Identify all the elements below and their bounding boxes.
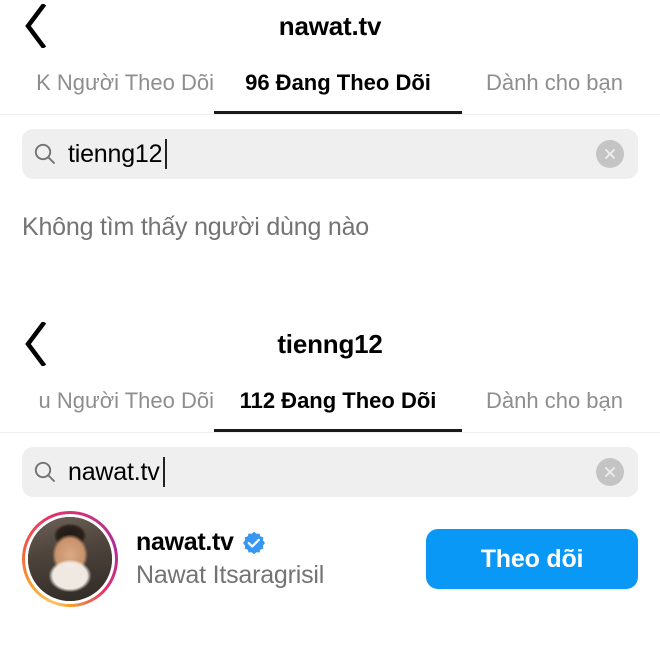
avatar-story-ring[interactable] xyxy=(22,511,118,607)
text-caret-2 xyxy=(162,457,165,487)
clear-search-button-2[interactable] xyxy=(596,458,624,486)
clear-search-button[interactable] xyxy=(596,140,624,168)
nav-header-1: nawat.tv xyxy=(0,0,660,52)
screen-tienng12: tienng12 u Người Theo Dõi 112 Đang Theo … xyxy=(0,318,660,660)
tab-for-you-2[interactable]: Dành cho bạn xyxy=(462,370,660,432)
tab-followers-2[interactable]: u Người Theo Dõi xyxy=(0,370,215,432)
search-input-2[interactable]: nawat.tv xyxy=(22,447,638,497)
page-title: nawat.tv xyxy=(278,11,382,41)
tab-for-you-label: Dành cho bạn xyxy=(486,70,623,95)
text-caret xyxy=(165,139,168,169)
tab-for-you[interactable]: Dành cho bạn xyxy=(462,52,660,114)
tabbar-1: K Người Theo Dõi 96 Đang Theo Dõi Dành c… xyxy=(0,52,660,115)
tab-followers[interactable]: K Người Theo Dõi xyxy=(0,52,214,114)
avatar-photo xyxy=(28,517,112,601)
page-title-2: tienng12 xyxy=(277,329,383,359)
avatar xyxy=(25,514,115,604)
close-circle-icon xyxy=(603,465,617,479)
tabbar-2: u Người Theo Dõi 112 Đang Theo Dõi Dành … xyxy=(0,370,660,433)
screen-nawat-tv: nawat.tv K Người Theo Dõi 96 Đang Theo D… xyxy=(0,0,660,330)
result-username-row: nawat.tv xyxy=(136,528,426,557)
search-input-value: tienng12 xyxy=(68,139,163,168)
list-item[interactable]: nawat.tv Nawat Itsaragrisil Theo dõi xyxy=(0,497,660,607)
result-fullname: Nawat Itsaragrisil xyxy=(136,561,325,589)
verified-badge-icon xyxy=(242,531,266,555)
search-icon xyxy=(22,142,68,166)
search-container-2: nawat.tv xyxy=(0,433,660,497)
follow-button[interactable]: Theo dõi xyxy=(426,529,638,589)
tab-followers-label: K Người Theo Dõi xyxy=(36,70,214,95)
close-circle-icon xyxy=(603,147,617,161)
search-input-2-value: nawat.tv xyxy=(68,457,160,486)
search-input[interactable]: tienng12 xyxy=(22,129,638,179)
search-container-1: tienng12 xyxy=(0,115,660,179)
tab-for-you-2-label: Dành cho bạn xyxy=(486,388,623,413)
result-meta: nawat.tv Nawat Itsaragrisil xyxy=(118,528,426,590)
empty-state-message: Không tìm thấy người dùng nào xyxy=(22,213,370,241)
tab-following-2[interactable]: 112 Đang Theo Dõi xyxy=(214,370,462,432)
result-username: nawat.tv xyxy=(136,528,234,557)
tab-followers-2-label: u Người Theo Dõi xyxy=(38,388,215,413)
search-icon xyxy=(22,460,68,484)
tab-following-label: 96 Đang Theo Dõi xyxy=(245,70,431,95)
tab-following-2-label: 112 Đang Theo Dõi xyxy=(239,388,437,413)
tab-following[interactable]: 96 Đang Theo Dõi xyxy=(214,52,462,114)
nav-header-2: tienng12 xyxy=(0,318,660,370)
